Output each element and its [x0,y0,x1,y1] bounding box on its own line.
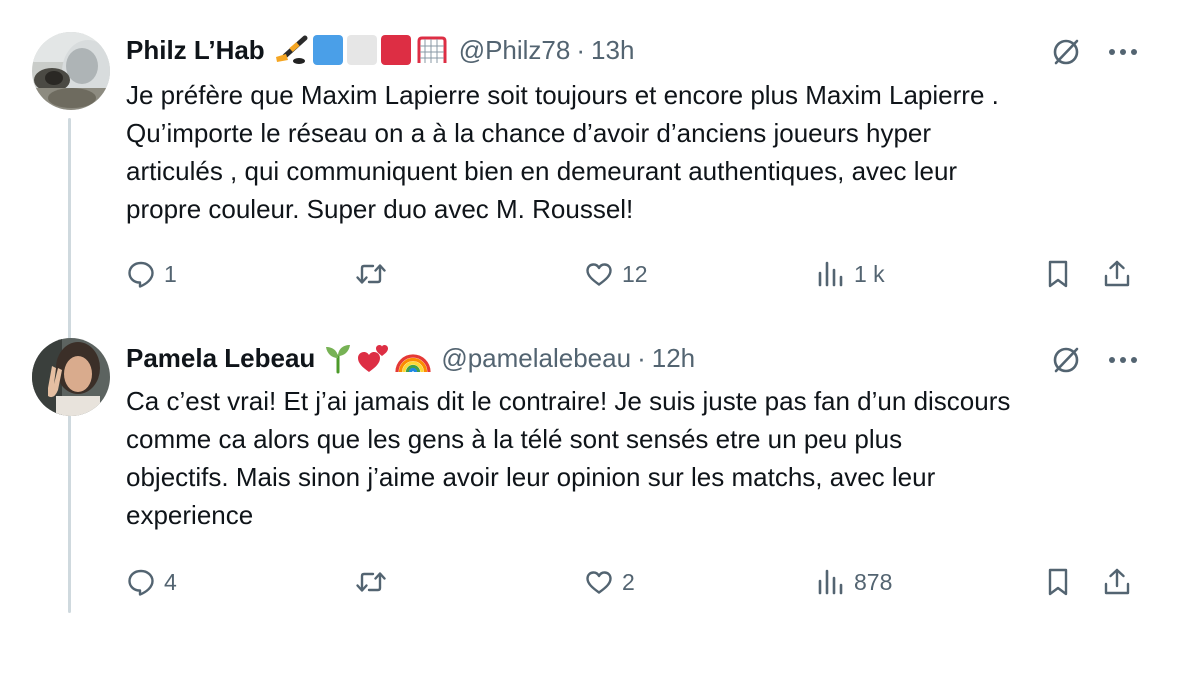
white-square-icon [346,35,377,65]
heart-icon [586,571,612,594]
tweet-text: Je préfère que Maxim Lapierre soit toujo… [126,80,999,224]
like-button[interactable]: 12 [584,259,648,289]
reply-button[interactable]: 1 [126,259,177,289]
share-icon [1104,260,1130,287]
timestamp[interactable]: 12h [652,343,695,374]
header-actions [1050,36,1138,68]
two-hearts-icon [358,345,389,372]
tweet-philz[interactable]: Philz L’Hab @Philz78 · 13h Je préfère qu… [0,0,1200,320]
more-icon[interactable] [1108,356,1138,364]
avatar[interactable] [32,338,110,416]
tweet-text: Ca c’est vrai! Et j’ai jamais dit le con… [126,386,1011,530]
reply-icon [128,569,154,596]
more-icon[interactable] [1108,48,1138,56]
retweet-button[interactable] [354,259,396,289]
analytics-icon [818,569,843,595]
grok-icon[interactable] [1050,36,1082,68]
heart-icon [586,263,612,286]
retweet-icon [356,264,386,284]
reply-button[interactable]: 4 [126,567,177,597]
name-emojis [323,342,431,374]
reply-icon [128,261,154,288]
retweet-icon [356,572,386,592]
like-count: 2 [622,568,635,595]
red-square-icon [380,35,411,65]
tweet-actions: 1 12 1 k [126,254,1141,294]
handle[interactable]: @Philz78 [459,35,571,66]
bookmark-icon [1048,260,1068,288]
share-button[interactable] [1102,567,1132,597]
separator-dot: · [637,342,646,373]
display-name[interactable]: Philz L’Hab [126,35,265,66]
display-name[interactable]: Pamela Lebeau [126,343,315,374]
views-button[interactable]: 1 k [816,259,885,289]
handle[interactable]: @pamelalebeau [441,343,631,374]
bookmark-button[interactable] [1044,258,1072,290]
header-actions [1050,344,1138,376]
grok-icon[interactable] [1050,344,1082,376]
hockey-stick-icon [275,35,308,64]
timestamp[interactable]: 13h [591,35,634,66]
retweet-button[interactable] [354,567,396,597]
share-icon [1104,568,1130,595]
analytics-icon [818,261,843,287]
bookmark-icon [1048,568,1068,596]
hockey-net-icon [417,36,447,63]
share-button[interactable] [1102,259,1132,289]
seedling-icon [326,345,351,374]
views-count: 878 [854,568,893,595]
tweet-pamela[interactable]: Pamela Lebeau @pamelalebeau · 12h Ca c’e… [0,330,1200,640]
bookmark-button[interactable] [1044,566,1072,598]
views-button[interactable]: 878 [816,567,892,597]
reply-count: 1 [164,260,177,287]
blue-square-icon [312,35,343,65]
like-count: 12 [622,260,648,287]
reply-count: 4 [164,568,177,595]
avatar[interactable] [32,32,110,110]
rainbow-icon [395,354,431,373]
like-button[interactable]: 2 [584,567,635,597]
tweet-actions: 4 2 878 [126,562,1141,602]
separator-dot: · [576,34,586,65]
tweet-header: Pamela Lebeau @pamelalebeau · 12h [126,340,695,376]
tweet-header: Philz L’Hab @Philz78 · 13h [126,32,634,68]
name-emojis [273,34,449,66]
views-count: 1 k [854,260,885,287]
